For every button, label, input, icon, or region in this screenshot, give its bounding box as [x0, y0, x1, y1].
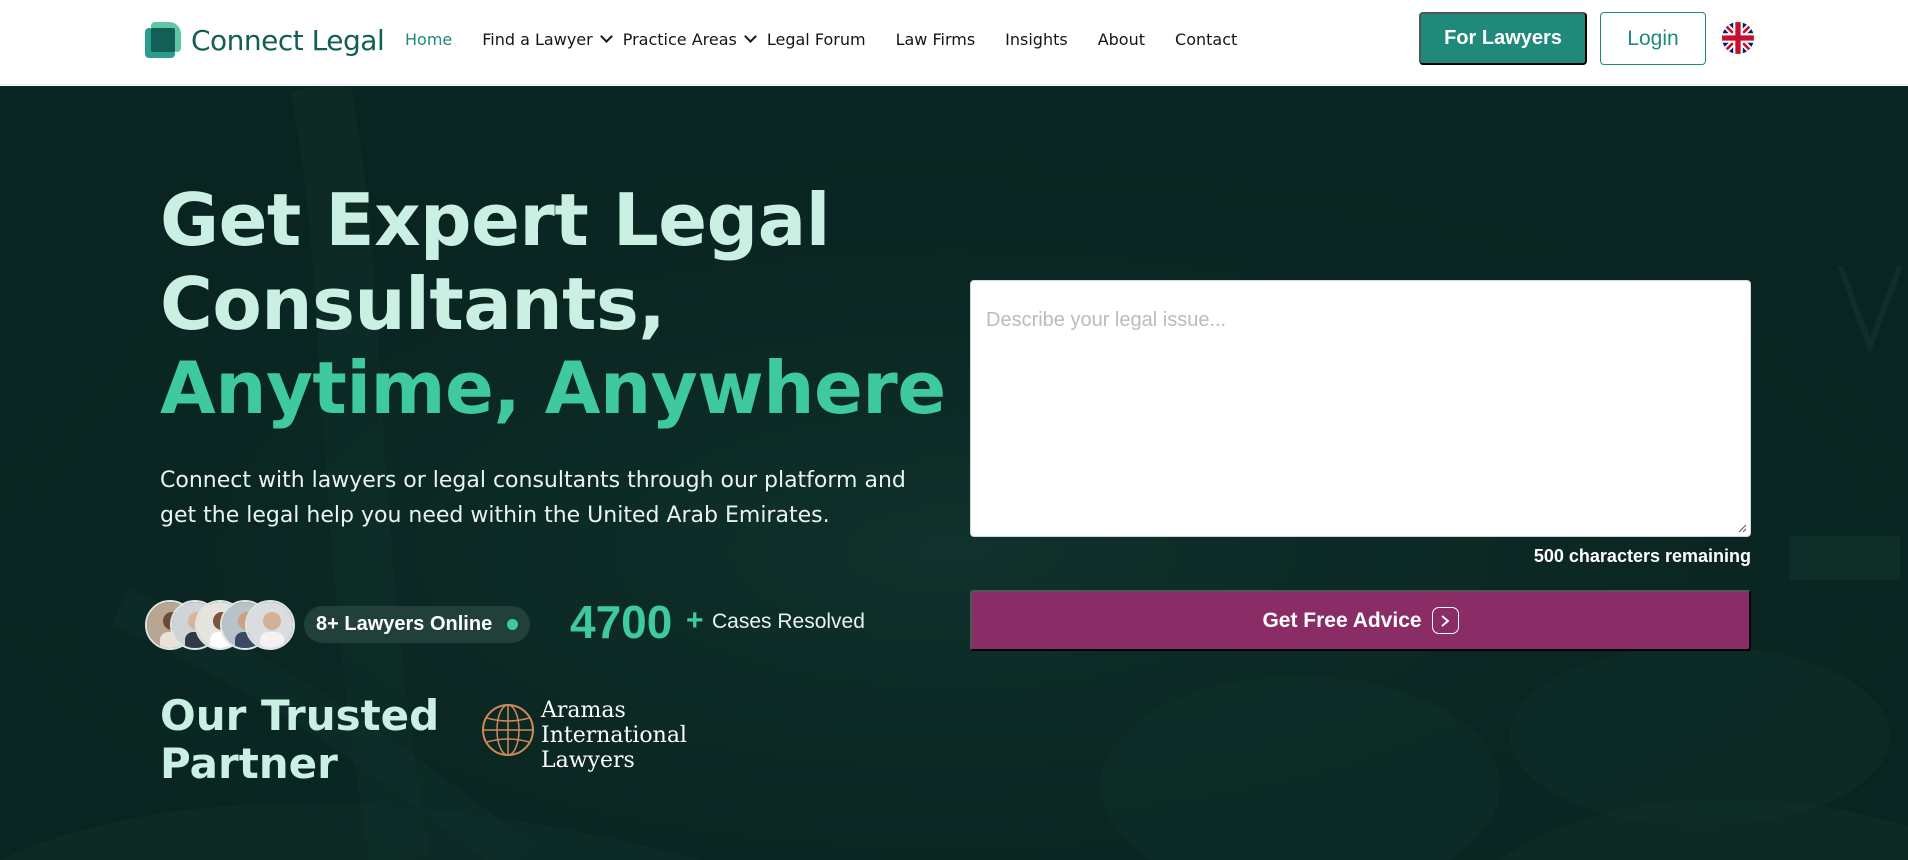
characters-remaining: 500 characters remaining: [1533, 546, 1751, 566]
cases-resolved-count: 4700: [570, 596, 673, 648]
nav-legal-forum[interactable]: Legal Forum: [767, 30, 866, 49]
nav-contact[interactable]: Contact: [1175, 30, 1237, 49]
nav-practice-areas-label: Practice Areas: [622, 29, 737, 49]
logo-mark-icon: [145, 22, 181, 58]
get-free-advice-button[interactable]: Get Free Advice: [970, 590, 1751, 651]
cases-resolved-label: Cases Resolved: [712, 610, 865, 633]
avatar: [245, 600, 295, 650]
nav-practice-areas[interactable]: Practice Areas: [622, 29, 757, 49]
online-status-dot-icon: [507, 619, 518, 630]
chevron-down-icon: [599, 30, 613, 43]
nav-insights[interactable]: Insights: [1005, 30, 1068, 49]
headline-line-3: Anytime, Anywhere: [160, 346, 946, 430]
hero-section: Get Expert Legal Consultants, Anytime, A…: [0, 86, 1908, 860]
partner-name-line-3: Lawyers: [541, 748, 635, 773]
lawyers-online-badge: 8+ Lawyers Online: [304, 606, 530, 643]
hero-subtext: Connect with lawyers or legal consultant…: [160, 468, 906, 528]
legal-issue-input[interactable]: [971, 281, 1750, 536]
resize-handle-icon[interactable]: [1737, 523, 1747, 533]
nav-law-firms[interactable]: Law Firms: [896, 30, 976, 49]
cases-plus-sign: +: [686, 604, 704, 637]
trusted-partner-heading: Our Trusted Partner: [160, 691, 440, 788]
get-free-advice-label: Get Free Advice: [1262, 608, 1422, 632]
chevron-down-icon: [743, 30, 757, 43]
uk-flag-icon[interactable]: [1722, 22, 1754, 54]
brand-logo[interactable]: Connect Legal: [145, 20, 385, 60]
legal-issue-box: [970, 280, 1751, 537]
for-lawyers-button[interactable]: For Lawyers: [1419, 12, 1587, 65]
login-button[interactable]: Login: [1600, 12, 1706, 65]
partner-name: Aramas International Lawyers: [541, 698, 687, 773]
partner-name-line-1: Aramas: [541, 698, 626, 723]
lawyer-avatars: [145, 600, 295, 650]
globe-icon: [482, 704, 534, 756]
lawyers-online-label: 8+ Lawyers Online: [316, 613, 493, 635]
headline-line-2: Consultants,: [160, 262, 666, 346]
nav-about[interactable]: About: [1098, 30, 1145, 49]
partner-logo[interactable]: Aramas International Lawyers: [480, 698, 687, 788]
hero-headline: Get Expert Legal Consultants, Anytime, A…: [160, 178, 960, 430]
brand-name: Connect Legal: [191, 23, 385, 57]
nav-find-a-lawyer-label: Find a Lawyer: [482, 29, 593, 49]
nav-home[interactable]: Home: [405, 30, 452, 49]
nav-find-a-lawyer[interactable]: Find a Lawyer: [482, 29, 613, 49]
partner-name-line-2: International: [541, 723, 687, 748]
main-nav: Home Find a Lawyer Practice Areas Legal …: [405, 26, 1267, 52]
chevron-right-icon: [1431, 607, 1459, 634]
headline-line-1: Get Expert Legal: [160, 178, 830, 262]
top-navbar: Connect Legal Home Find a Lawyer Practic…: [0, 0, 1908, 85]
